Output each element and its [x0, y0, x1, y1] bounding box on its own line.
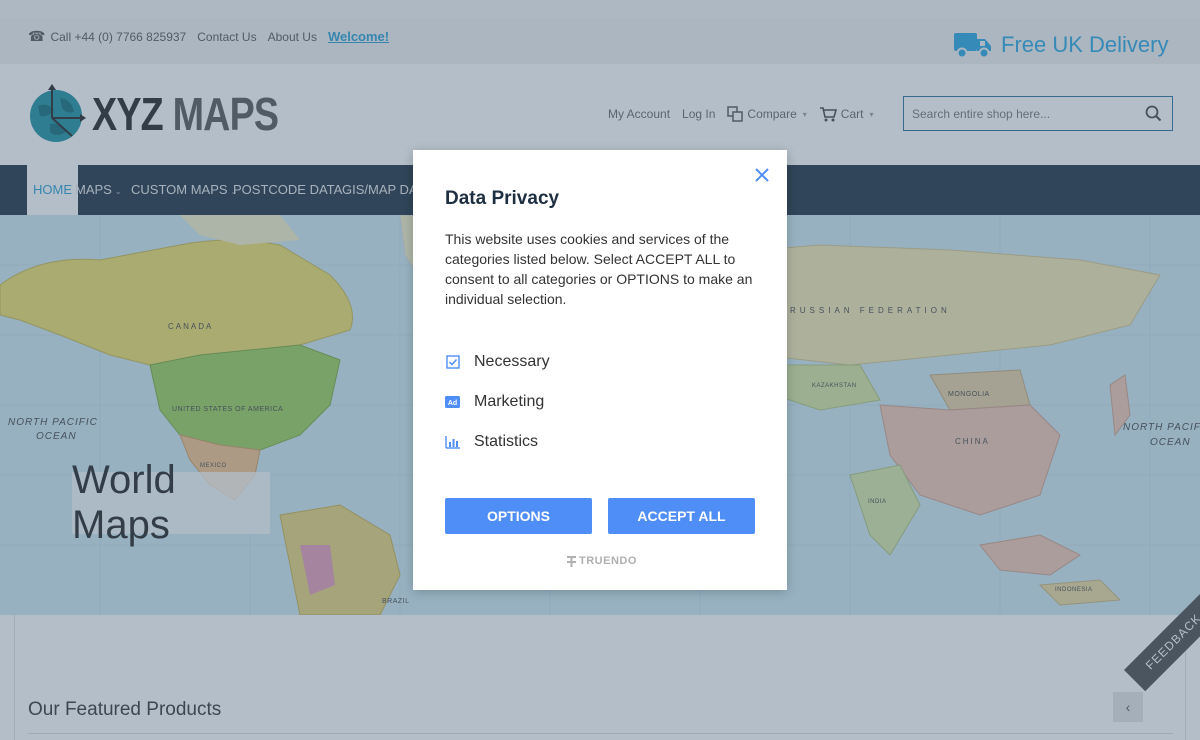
powered-by-truendo[interactable]: TRUENDO — [567, 555, 637, 567]
bar-chart-icon — [445, 435, 460, 450]
modal-description: This website uses cookies and services o… — [445, 231, 753, 307]
category-label: Necessary — [474, 353, 550, 370]
ad-icon: Ad — [445, 395, 460, 410]
close-icon[interactable] — [753, 166, 771, 184]
truendo-logo-icon — [567, 555, 576, 567]
privacy-modal: Data Privacy This website uses cookies a… — [413, 150, 787, 590]
options-button[interactable]: OPTIONS — [445, 498, 592, 534]
category-necessary[interactable]: Necessary — [445, 353, 550, 371]
svg-text:Ad: Ad — [448, 400, 457, 407]
category-label: Statistics — [474, 433, 539, 450]
category-statistics[interactable]: Statistics — [445, 433, 538, 451]
truendo-label: TRUENDO — [579, 555, 637, 567]
accept-all-button[interactable]: ACCEPT ALL — [608, 498, 755, 534]
checkbox-icon — [445, 355, 460, 370]
modal-title: Data Privacy — [445, 188, 560, 209]
category-label: Marketing — [474, 393, 545, 410]
category-marketing[interactable]: Ad Marketing — [445, 393, 544, 411]
